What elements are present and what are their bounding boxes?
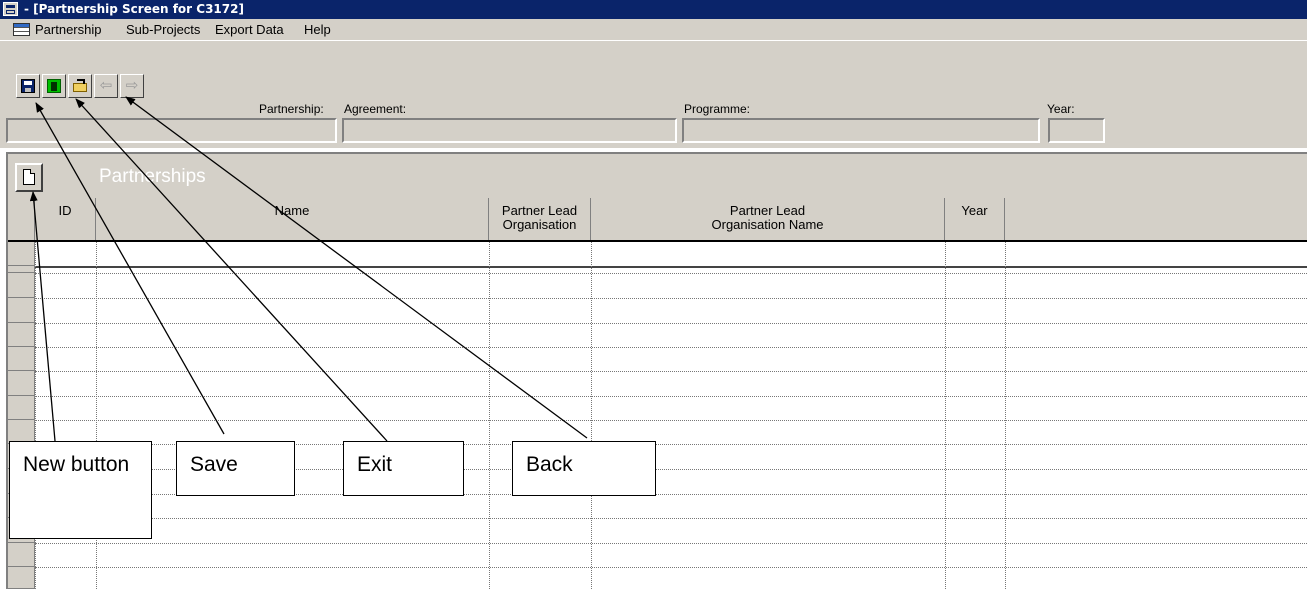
annotation-arrows [29, 96, 588, 442]
exit-arrow [75, 98, 388, 442]
new-button-callout: New button [9, 441, 152, 539]
exit-callout: Exit [343, 441, 464, 496]
back-callout: Back [512, 441, 656, 496]
save-callout: Save [176, 441, 295, 496]
new-button-arrow [29, 191, 56, 442]
back-arrow [125, 96, 588, 439]
save-arrow [35, 102, 225, 435]
